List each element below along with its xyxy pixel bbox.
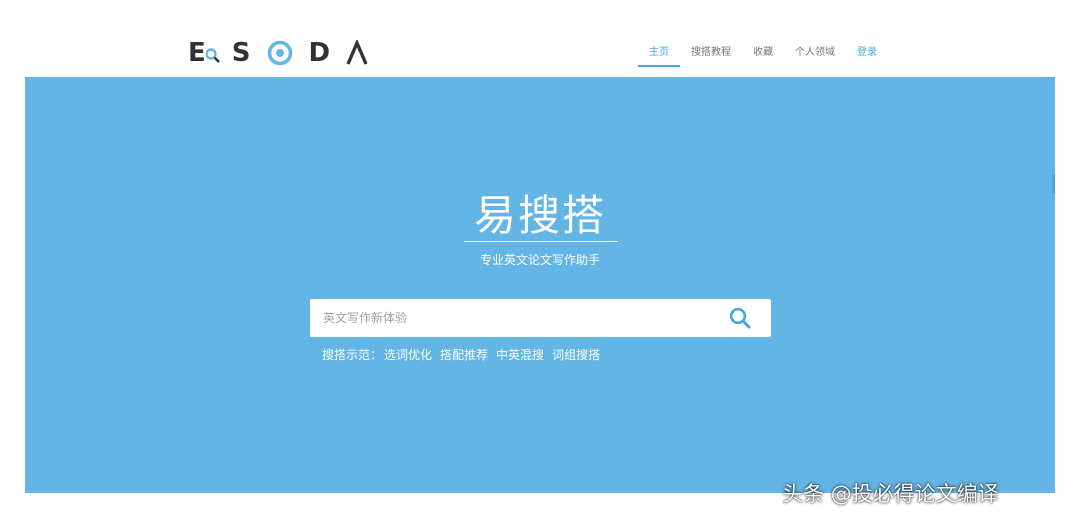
- example-link-phrase-search[interactable]: 词组搜搭: [552, 346, 600, 363]
- search-box: [310, 299, 771, 337]
- hero-banner: [25, 77, 1055, 493]
- nav-item-personal[interactable]: 个人领域: [784, 39, 846, 67]
- logo[interactable]: E S D: [188, 38, 368, 68]
- search-icon: [729, 307, 751, 329]
- examples-label: 搜搭示范：: [322, 348, 383, 362]
- example-link-mixed-search[interactable]: 中英混搜: [496, 346, 544, 363]
- example-link-collocation[interactable]: 搭配推荐: [440, 346, 488, 363]
- hero-title-divider: [464, 241, 618, 242]
- top-nav: 主页 搜搭教程 收藏 个人领域 登录: [638, 38, 888, 68]
- nav-item-login[interactable]: 登录: [846, 39, 888, 67]
- search-input[interactable]: [310, 300, 709, 336]
- logo-letter-a: [346, 38, 368, 66]
- watermark-text: 头条 @投必得论文编译: [782, 482, 999, 506]
- nav-item-tutorial[interactable]: 搜搭教程: [680, 39, 742, 67]
- nav-item-favorites[interactable]: 收藏: [742, 39, 784, 67]
- logo-letter-s: S: [231, 38, 251, 68]
- hero-title: 易搜搭: [473, 191, 606, 240]
- logo-magnifier-mark: [205, 40, 220, 66]
- hero-subtitle: 专业英文论文写作助手: [479, 253, 600, 267]
- search-button[interactable]: [709, 299, 771, 337]
- logo-letter-d: D: [308, 38, 331, 68]
- nav-item-home[interactable]: 主页: [638, 39, 680, 67]
- logo-letter-e: E: [188, 38, 206, 68]
- search-examples: 搜搭示范： 选词优化 搭配推荐 中英混搜 词组搜搭: [322, 346, 600, 363]
- logo-o-target-mark: [267, 40, 293, 66]
- example-link-word-choice[interactable]: 选词优化: [384, 346, 432, 363]
